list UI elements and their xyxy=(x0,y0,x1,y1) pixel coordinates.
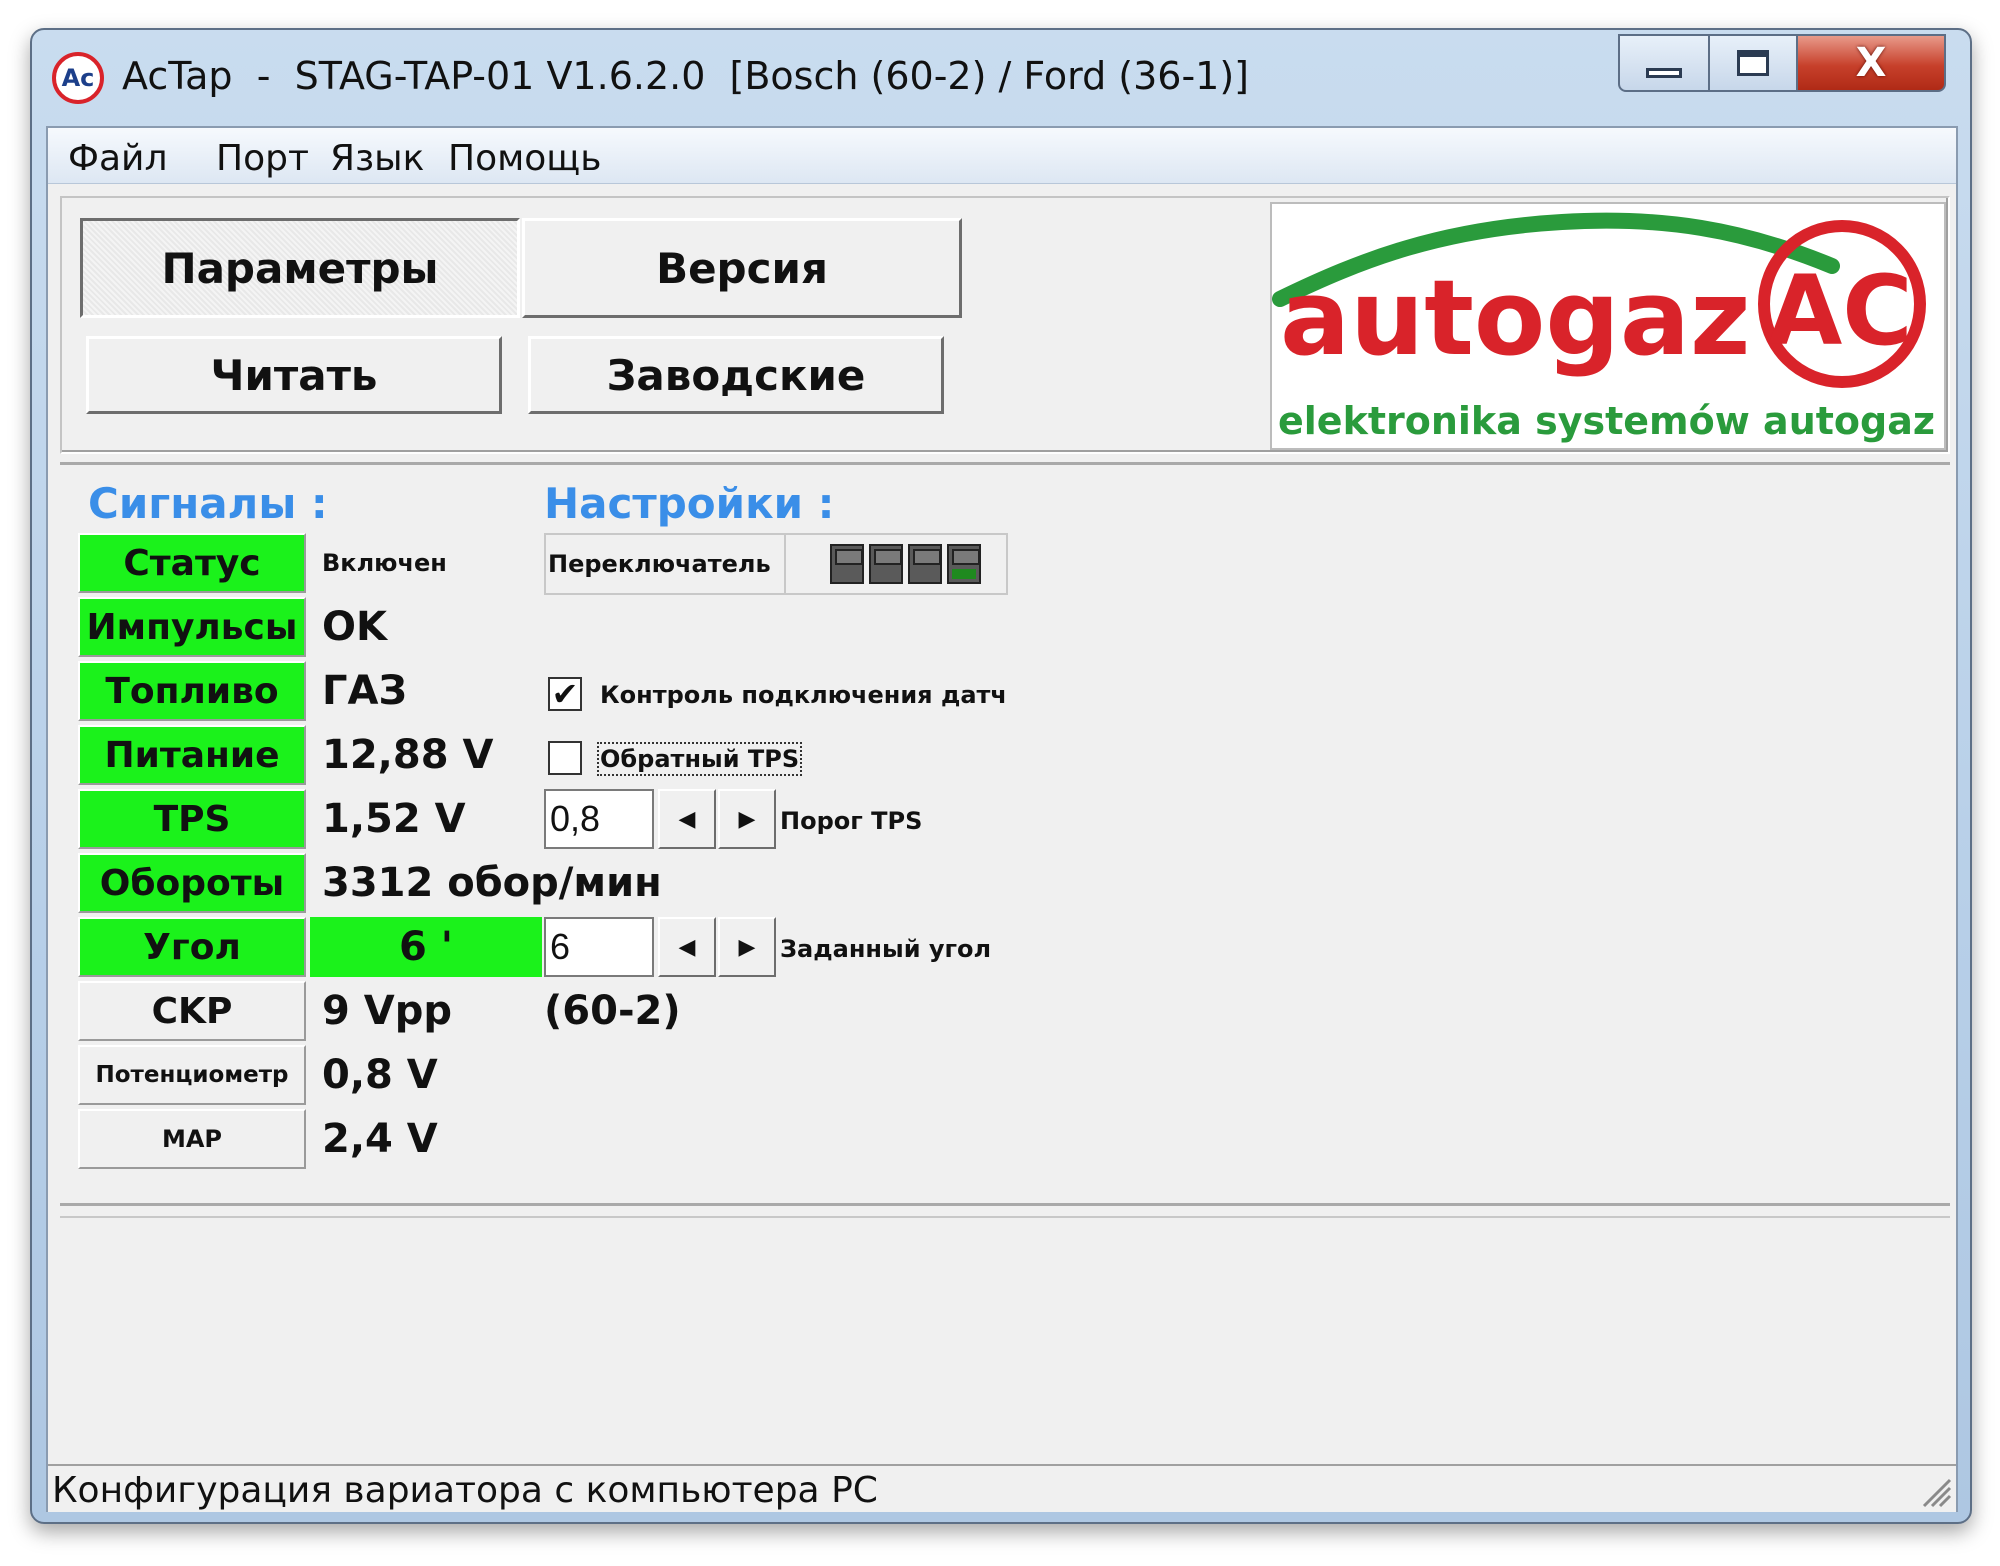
window-title: AcTap - STAG-TAP-01 V1.6.2.0 [Bosch (60-… xyxy=(122,54,1250,98)
version-tab-button[interactable]: Версия xyxy=(522,218,962,318)
signal-value-status: Включен xyxy=(322,549,447,577)
menu-file[interactable]: Файл xyxy=(68,138,167,179)
tps-threshold-increase-button[interactable]: ▶ xyxy=(718,789,776,849)
logo-mark-text: AC xyxy=(1768,255,1913,367)
signal-label-ckp: CKP xyxy=(78,981,306,1041)
signal-value-rpm: 3312 обор/мин xyxy=(322,860,662,906)
signal-label-power: Питание xyxy=(78,725,306,785)
signal-label-fuel: Топливо xyxy=(78,661,306,721)
app-window: Ac AcTap - STAG-TAP-01 V1.6.2.0 [Bosch (… xyxy=(30,28,1972,1524)
switch-selector: Переключатель xyxy=(544,533,1008,595)
close-icon: X xyxy=(1855,40,1887,86)
app-icon-text: Ac xyxy=(61,64,95,92)
tps-threshold-input[interactable]: 0,8 xyxy=(544,789,654,849)
signal-value-tps: 1,52 V xyxy=(322,796,466,842)
lower-panel xyxy=(60,1216,1950,1460)
menu-bar: Файл Порт Язык Помощь xyxy=(48,128,1956,184)
logo-brand-text: autogaz xyxy=(1280,257,1751,379)
factory-defaults-button[interactable]: Заводские xyxy=(528,336,944,414)
switch-position-4-indicator xyxy=(947,544,981,584)
signal-label-potentiometer: Потенциометр xyxy=(78,1045,306,1105)
set-angle-decrease-button[interactable]: ◀ xyxy=(658,917,716,977)
signal-value-power: 12,88 V xyxy=(322,732,494,778)
ckp-type-value: (60-2) xyxy=(544,988,681,1034)
switch-position-1-indicator xyxy=(830,544,864,584)
signal-label-map: MAP xyxy=(78,1109,306,1169)
menu-port[interactable]: Порт xyxy=(216,138,309,179)
arrow-right-icon: ▶ xyxy=(738,934,756,960)
signal-value-angle: 6 ' xyxy=(310,917,542,977)
checkmark-icon: ✔ xyxy=(551,675,579,713)
signal-label-angle: Угол xyxy=(78,917,306,977)
arrow-left-icon: ◀ xyxy=(678,806,696,832)
tps-threshold-label: Порог TPS xyxy=(780,807,923,835)
toolbar-panel: Параметры Версия Читать Заводские autoga… xyxy=(60,196,1950,454)
signal-label-rpm: Обороты xyxy=(78,853,306,913)
minimize-button[interactable] xyxy=(1618,34,1710,92)
sensor-check-checkbox[interactable]: ✔ xyxy=(548,677,582,711)
autogaz-logo: autogaz AC elektronika systemów autogaz xyxy=(1270,202,1946,450)
close-button[interactable]: X xyxy=(1796,34,1946,92)
signal-value-map: 2,4 V xyxy=(322,1116,438,1162)
set-angle-input[interactable]: 6 xyxy=(544,917,654,977)
switch-label: Переключатель xyxy=(546,535,786,593)
sensor-check-label: Контроль подключения датч xyxy=(600,681,1007,709)
reverse-tps-checkbox[interactable] xyxy=(548,741,582,775)
tps-threshold-decrease-button[interactable]: ◀ xyxy=(658,789,716,849)
read-button[interactable]: Читать xyxy=(86,336,502,414)
maximize-icon xyxy=(1737,50,1769,76)
resize-grip-icon[interactable] xyxy=(1918,1474,1952,1508)
signals-heading: Сигналы : xyxy=(88,479,328,528)
signal-label-pulses: Импульсы xyxy=(78,597,306,657)
settings-heading: Настройки : xyxy=(544,479,835,528)
switch-position-3-indicator xyxy=(908,544,942,584)
signal-value-fuel: ГАЗ xyxy=(322,668,407,714)
title-bar[interactable]: Ac AcTap - STAG-TAP-01 V1.6.2.0 [Bosch (… xyxy=(32,30,1970,126)
arrow-left-icon: ◀ xyxy=(678,934,696,960)
set-angle-label: Заданный угол xyxy=(780,935,992,963)
maximize-button[interactable] xyxy=(1708,34,1798,92)
client-area: Файл Порт Язык Помощь Параметры Версия Ч… xyxy=(46,126,1958,1512)
params-tab-button[interactable]: Параметры xyxy=(80,218,520,318)
switch-indicators[interactable] xyxy=(786,544,981,584)
menu-help[interactable]: Помощь xyxy=(448,138,601,179)
signal-label-tps: TPS xyxy=(78,789,306,849)
signal-value-potentiometer: 0,8 V xyxy=(322,1052,438,1098)
status-bar: Конфигурация вариатора с компьютера PC xyxy=(48,1464,1956,1512)
parameters-panel: Сигналы : Настройки : Статус Включен Имп… xyxy=(60,462,1950,1206)
minimize-icon xyxy=(1646,68,1682,78)
status-text: Конфигурация вариатора с компьютера PC xyxy=(52,1470,878,1511)
reverse-tps-label: Обратный TPS xyxy=(596,742,803,776)
logo-tagline: elektronika systemów autogaz xyxy=(1278,399,1935,443)
app-icon[interactable]: Ac xyxy=(52,52,104,104)
switch-position-2-indicator xyxy=(869,544,903,584)
signal-label-status: Статус xyxy=(78,533,306,593)
set-angle-increase-button[interactable]: ▶ xyxy=(718,917,776,977)
arrow-right-icon: ▶ xyxy=(738,806,756,832)
signal-value-pulses: OK xyxy=(322,604,387,650)
logo-graphic: autogaz AC elektronika systemów autogaz xyxy=(1272,212,1935,443)
signal-value-ckp: 9 Vpp xyxy=(322,988,452,1034)
menu-language[interactable]: Язык xyxy=(330,138,424,179)
